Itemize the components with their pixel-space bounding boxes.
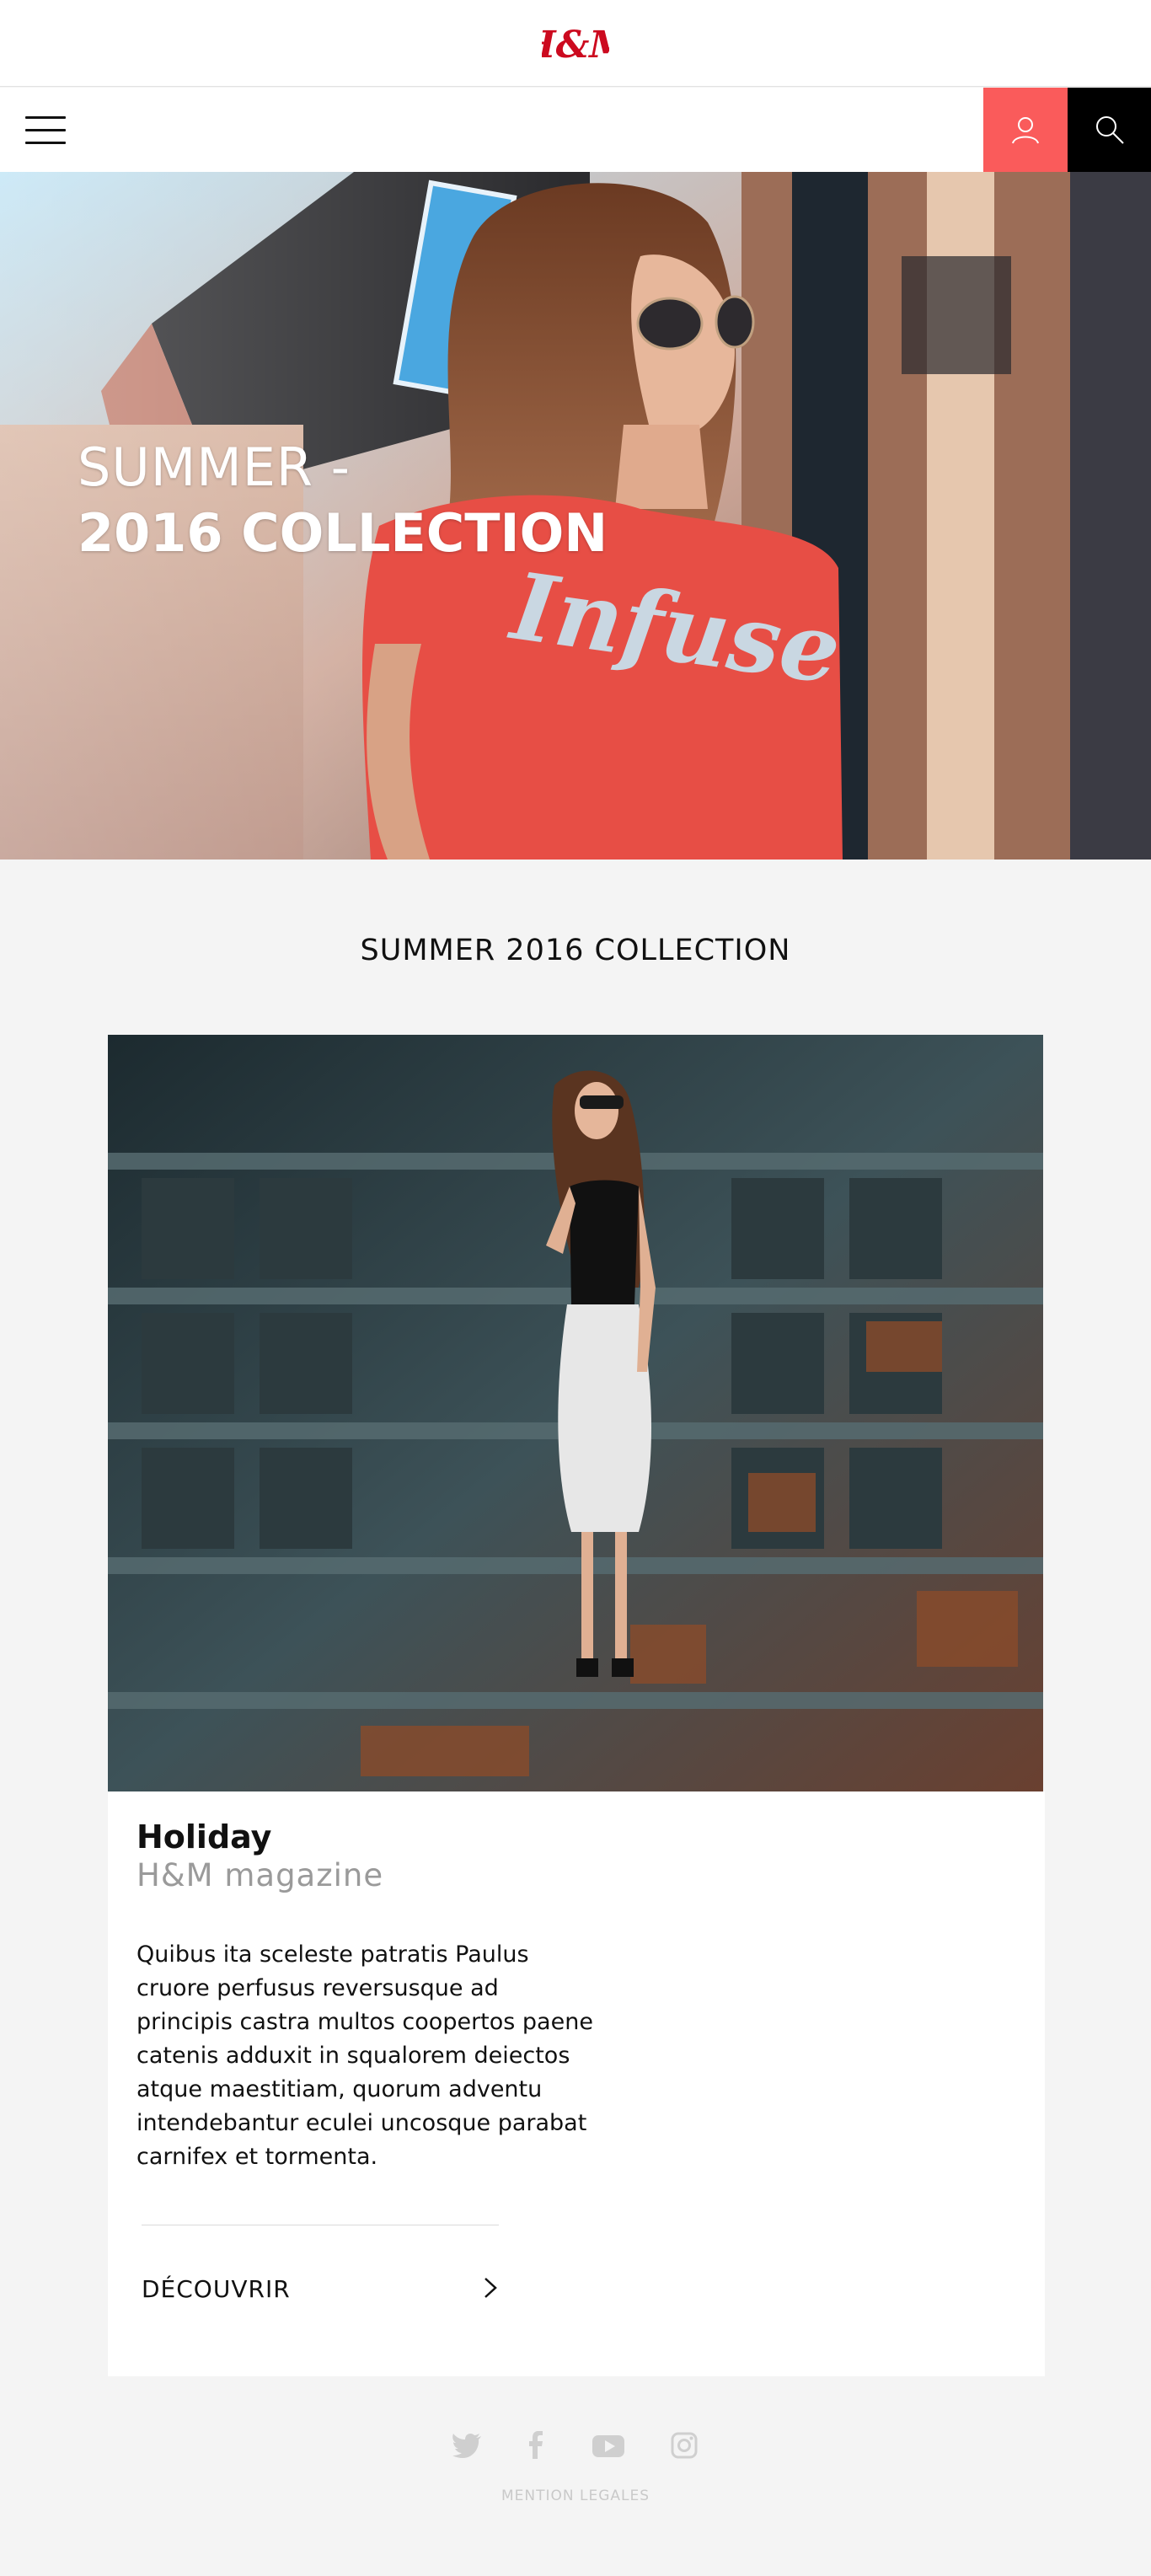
discover-link[interactable]: DÉCOUVRIR [142,2265,499,2316]
instagram-icon[interactable] [667,2429,701,2462]
card-text-line: carnifex et tormenta. [137,2144,378,2170]
card-title: Holiday [137,1818,272,1856]
hamburger-menu-icon[interactable] [20,108,71,153]
nav-bar [0,88,1151,172]
hero-title: SUMMER - 2016 COLLECTION [78,435,608,566]
card-description: Quibus ita sceleste patratis Paulus cruo… [137,1938,608,2174]
svg-text:H&M: H&M [542,24,609,66]
hm-logo-icon: H&M [519,24,631,67]
card-text-line: principis castra multos coopertos paene [137,2009,593,2035]
card-text-line: cruore perfusus reversusque ad [137,1975,499,2001]
chevron-right-icon [484,2278,497,2298]
card-text-line: atque maestitiam, quorum adventu [137,2076,543,2102]
user-icon [1012,117,1039,144]
section-title: SUMMER 2016 COLLECTION [360,934,791,967]
card-text-line: intendebantur eculei uncosque parabat [137,2110,587,2136]
youtube-icon[interactable] [590,2429,627,2462]
card-text-line: Quibus ita sceleste patratis Paulus [137,1941,529,1968]
hero-banner: Infuse SUMMER - 2016 COLLECTION [0,172,1151,860]
twitter-icon[interactable] [451,2429,484,2462]
card-text-line: catenis adduxit in squalorem deiectos [137,2043,570,2069]
card-subtitle: H&M magazine [137,1857,384,1893]
facebook-icon[interactable] [519,2429,553,2462]
legal-link[interactable]: MENTION LEGALES [0,2488,1151,2504]
discover-label: DÉCOUVRIR [142,2275,291,2303]
logo-bar: H&M [0,0,1151,87]
card-image[interactable] [108,1035,1043,1791]
hero-title-line1: SUMMER - [78,436,351,498]
account-button[interactable] [983,88,1068,172]
search-icon [1095,116,1124,144]
brand-logo[interactable]: H&M [519,19,631,67]
card-photo [108,1035,1043,1791]
card-body: Holiday H&M magazine Quibus ita sceleste… [108,1791,1045,2376]
search-button[interactable] [1068,88,1151,172]
social-links [0,2429,1151,2471]
hero-title-line2: 2016 COLLECTION [78,502,608,564]
